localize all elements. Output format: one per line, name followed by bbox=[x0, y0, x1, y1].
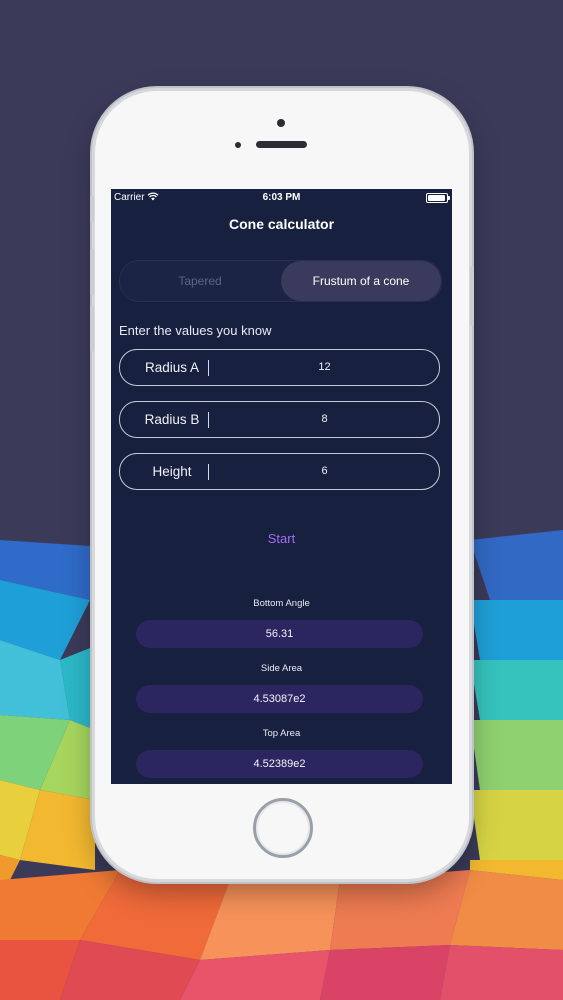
page-title: Cone calculator bbox=[228, 216, 335, 232]
power-button bbox=[470, 266, 474, 326]
field-label: Height bbox=[152, 464, 192, 479]
segment-tapered[interactable]: Tapered bbox=[120, 261, 280, 301]
field-label: Radius A bbox=[144, 360, 200, 375]
mute-switch bbox=[90, 196, 94, 222]
result-value-bottom-angle: 56.31 bbox=[136, 620, 423, 648]
height-input[interactable]: 6 bbox=[210, 454, 439, 489]
start-button[interactable]: Start bbox=[111, 531, 452, 546]
radius-a-input[interactable]: 12 bbox=[210, 350, 439, 385]
result-value-side-area: 4.53087e2 bbox=[136, 685, 423, 713]
speaker-icon bbox=[256, 141, 307, 148]
field-divider bbox=[208, 412, 209, 428]
radius-b-field[interactable]: Radius B 8 bbox=[119, 401, 440, 438]
height-field[interactable]: Height 6 bbox=[119, 453, 440, 490]
mode-segmented-control: Tapered Frustum of a cone bbox=[119, 260, 442, 302]
field-label: Radius B bbox=[144, 412, 200, 427]
result-label: Side Area bbox=[260, 663, 303, 674]
field-divider bbox=[208, 464, 209, 480]
radius-a-field[interactable]: Radius A 12 bbox=[119, 349, 440, 386]
status-time: 6:03 PM bbox=[262, 192, 301, 203]
input-prompt: Enter the values you know bbox=[119, 323, 272, 338]
result-label: Top Area bbox=[262, 728, 301, 739]
battery-icon bbox=[426, 193, 450, 203]
home-button[interactable] bbox=[253, 798, 313, 858]
field-divider bbox=[208, 360, 209, 376]
result-label: Bottom Angle bbox=[253, 598, 310, 609]
camera-icon bbox=[277, 119, 285, 127]
volume-down-button bbox=[90, 306, 94, 352]
segment-frustum[interactable]: Frustum of a cone bbox=[281, 261, 441, 301]
volume-up-button bbox=[90, 249, 94, 295]
status-bar: Carrier 6:03 PM bbox=[111, 189, 452, 207]
radius-b-input[interactable]: 8 bbox=[210, 402, 439, 437]
app-screen: Carrier 6:03 PM Cone calculator Tapered … bbox=[111, 189, 452, 784]
result-value-top-area: 4.52389e2 bbox=[136, 750, 423, 778]
sensor-icon bbox=[235, 142, 241, 148]
